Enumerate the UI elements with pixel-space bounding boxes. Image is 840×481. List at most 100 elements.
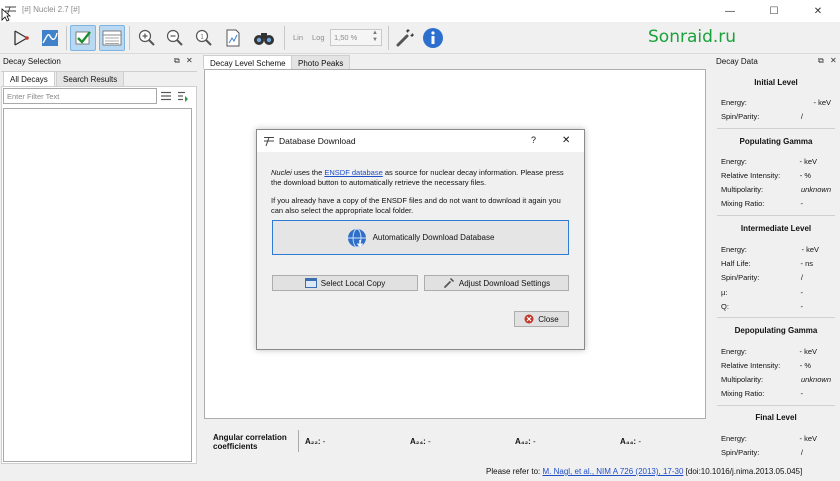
watermark-text: Sonraid.ru bbox=[648, 27, 737, 47]
mouse-cursor-icon bbox=[1, 8, 11, 22]
zoom-in-icon bbox=[138, 29, 155, 46]
window-title: [#] Nuclei 2.7 [#] bbox=[22, 5, 80, 14]
zoom-reset-icon: 1 bbox=[195, 29, 212, 46]
status-bar: Please refer to: M. Nagl, et al., NIM A … bbox=[0, 464, 840, 481]
export-document-button[interactable] bbox=[220, 25, 246, 51]
zoom-in-button[interactable] bbox=[134, 25, 160, 51]
dialog-close-x-button[interactable]: ✕ bbox=[562, 135, 570, 146]
dialog-titlebar: Database Download ? ✕ bbox=[257, 130, 584, 152]
citation-link[interactable]: M. Nagl, et al., NIM A 726 (2013), 17-30 bbox=[542, 467, 683, 476]
auto-download-button[interactable]: Automatically Download Database bbox=[272, 220, 569, 255]
zoom-out-icon bbox=[166, 29, 183, 46]
a44-coefficient: A₄₄: - bbox=[620, 437, 641, 446]
main-toolbar: 1 Lin Log 1,50 % ▲ ▼ Sonraid.ru bbox=[0, 22, 840, 54]
pop-multipolarity-label: Multipolarity: bbox=[721, 185, 764, 194]
a24-coefficient: A₂₄: - bbox=[410, 437, 431, 446]
help-button[interactable]: ? bbox=[531, 135, 536, 145]
decay-selection-title: Decay Selection bbox=[0, 55, 197, 69]
initial-energy-label: Energy: bbox=[721, 98, 747, 107]
final-energy-value: - keV bbox=[799, 434, 817, 443]
initial-energy-value: - keV bbox=[813, 98, 831, 107]
dialog-app-icon bbox=[264, 137, 274, 147]
final-spin-value: / bbox=[800, 448, 803, 457]
int-halflife-value: - ns bbox=[800, 259, 813, 268]
filter-input[interactable]: Enter Filter Text bbox=[3, 88, 157, 104]
int-spin-value: / bbox=[800, 273, 803, 282]
dialog-local-copy-text: If you already have a copy of the ENSDF … bbox=[271, 196, 561, 215]
pop-mixing-value: - bbox=[800, 199, 804, 208]
spectrum-icon bbox=[42, 30, 58, 46]
close-dialog-button[interactable]: Close bbox=[514, 311, 569, 327]
table-icon bbox=[102, 30, 122, 46]
info-button[interactable] bbox=[420, 25, 446, 51]
close-dock-icon[interactable]: ✕ bbox=[186, 56, 193, 65]
depop-intensity-value: - % bbox=[799, 361, 811, 370]
int-halflife-label: Half Life: bbox=[721, 259, 751, 268]
int-q-value: - bbox=[800, 302, 804, 311]
wrench-icon bbox=[444, 278, 454, 288]
a22-coefficient: A₂₂: - bbox=[305, 437, 326, 446]
maximize-button[interactable]: ☐ bbox=[752, 0, 796, 22]
initial-level-heading: Initial Level bbox=[754, 78, 798, 87]
depop-multipolarity-label: Multipolarity: bbox=[721, 375, 764, 384]
populating-gamma-heading: Populating Gamma bbox=[739, 137, 813, 146]
pop-intensity-value: - % bbox=[799, 171, 811, 180]
final-level-heading: Final Level bbox=[755, 413, 797, 422]
spin-arrows-icon[interactable]: ▲ ▼ bbox=[370, 30, 380, 45]
zoom-reset-button[interactable]: 1 bbox=[191, 25, 217, 51]
int-mu-value: - bbox=[800, 288, 804, 297]
spectrum-tool-button[interactable] bbox=[37, 25, 63, 51]
a42-coefficient: A₄₂: - bbox=[515, 437, 536, 446]
minimize-button[interactable]: — bbox=[708, 0, 752, 22]
pop-multipolarity-value: unknown bbox=[800, 185, 831, 194]
settings-wrench-button[interactable] bbox=[392, 25, 418, 51]
close-window-button[interactable]: ✕ bbox=[796, 0, 840, 22]
dialog-title: Database Download bbox=[279, 136, 356, 146]
level-scheme-icon bbox=[14, 30, 29, 46]
log-scale-option[interactable]: Log bbox=[312, 33, 325, 42]
close-dock-icon[interactable]: ✕ bbox=[830, 56, 837, 65]
depopulating-gamma-heading: Depopulating Gamma bbox=[734, 326, 818, 335]
pop-energy-value: - keV bbox=[799, 157, 817, 166]
filter-settings-icon[interactable] bbox=[177, 90, 189, 102]
int-energy-value: - keV bbox=[801, 245, 819, 254]
dialog-intro-text: Nuclei uses the ENSDF database as source… bbox=[271, 168, 564, 187]
title-bar: [#] Nuclei 2.7 [#] — ☐ ✕ bbox=[0, 0, 840, 22]
initial-spin-value: / bbox=[800, 112, 803, 121]
binoculars-icon bbox=[254, 33, 274, 45]
tab-decay-level-scheme[interactable]: Decay Level Scheme bbox=[203, 55, 293, 69]
wrench-icon bbox=[396, 29, 414, 47]
tab-search-results[interactable]: Search Results bbox=[56, 71, 125, 86]
final-energy-label: Energy: bbox=[721, 434, 747, 443]
globe-download-icon bbox=[347, 228, 366, 247]
depop-energy-value: - keV bbox=[799, 347, 817, 356]
table-view-toggle-button[interactable] bbox=[99, 25, 125, 51]
float-dock-icon[interactable]: ⧉ bbox=[818, 56, 824, 66]
tab-all-decays[interactable]: All Decays bbox=[3, 71, 55, 86]
list-options-icon[interactable] bbox=[160, 90, 172, 102]
tab-photo-peaks[interactable]: Photo Peaks bbox=[291, 55, 351, 69]
level-scheme-tool-button[interactable] bbox=[8, 25, 34, 51]
intermediate-level-heading: Intermediate Level bbox=[740, 224, 812, 233]
citation-text: Please refer to: M. Nagl, et al., NIM A … bbox=[486, 467, 803, 476]
folder-window-icon bbox=[304, 278, 317, 288]
depop-multipolarity-value: unknown bbox=[800, 375, 831, 384]
zoom-out-button[interactable] bbox=[162, 25, 188, 51]
depop-mixing-value: - bbox=[800, 389, 804, 398]
info-icon bbox=[423, 28, 443, 48]
lin-scale-option[interactable]: Lin bbox=[293, 33, 303, 42]
ensdf-database-link[interactable]: ENSDF database bbox=[324, 168, 382, 177]
float-dock-icon[interactable]: ⧉ bbox=[174, 56, 180, 66]
checkmark-icon bbox=[75, 31, 91, 45]
database-download-dialog: Database Download ? ✕ Nuclei uses the EN… bbox=[256, 129, 585, 350]
document-icon bbox=[226, 29, 240, 47]
checked-toggle-button[interactable] bbox=[70, 25, 96, 51]
adjust-download-settings-button[interactable]: Adjust Download Settings bbox=[424, 275, 569, 291]
int-q-label: Q: bbox=[721, 302, 729, 311]
depop-energy-label: Energy: bbox=[721, 347, 747, 356]
search-binoculars-button[interactable] bbox=[251, 25, 277, 51]
int-energy-label: Energy: bbox=[721, 245, 747, 254]
decay-data-panel: Initial Level Energy: - keV Spin/Parity:… bbox=[713, 70, 840, 462]
decay-list[interactable] bbox=[3, 108, 192, 462]
select-local-copy-button[interactable]: Select Local Copy bbox=[272, 275, 418, 291]
